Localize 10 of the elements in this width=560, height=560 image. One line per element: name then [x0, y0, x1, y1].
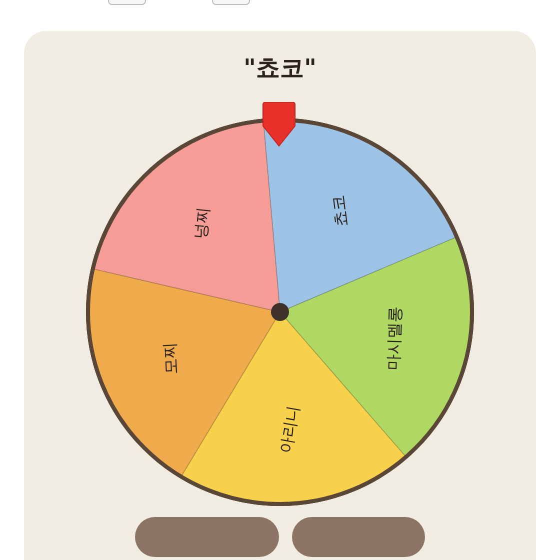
pointer-icon [262, 102, 296, 146]
segment-label: 넝찌 [190, 206, 213, 240]
result-title: "쵸코" [243, 53, 316, 83]
pill-button[interactable] [135, 517, 279, 557]
segment-label: 마시멜롱 [383, 306, 404, 371]
segment-label: 쵸코 [328, 194, 352, 228]
wheel-drawing[interactable] [86, 118, 474, 506]
segment-label: 모찌 [160, 342, 181, 375]
pill-button[interactable] [292, 517, 425, 557]
segment-label: 아리니 [276, 404, 303, 455]
